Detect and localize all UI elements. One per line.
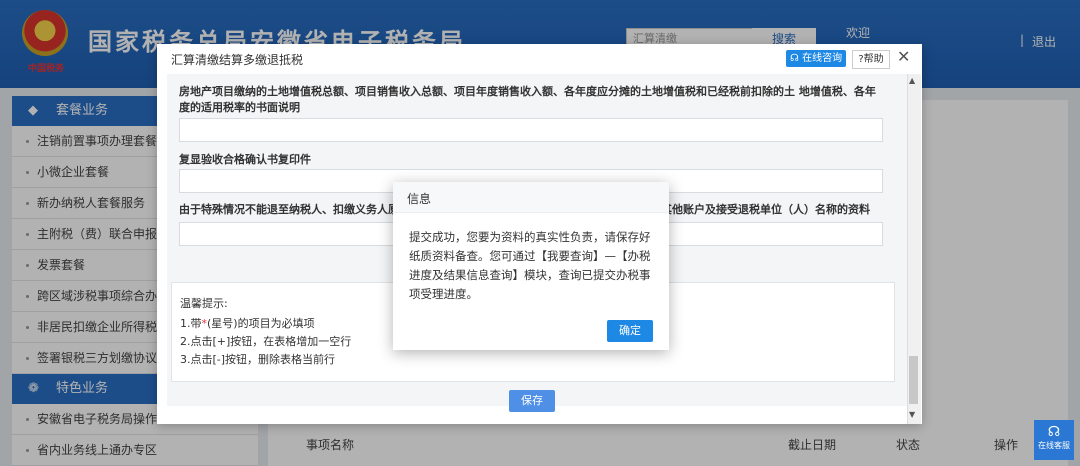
headset-icon: ☊	[790, 53, 799, 64]
upload-field-land-tax[interactable]	[179, 118, 883, 142]
field-label-land-tax: 房地产项目缴纳的土地增值税总额、项目销售收入总额、项目年度销售收入额、各年度应分…	[179, 85, 876, 114]
headset-icon: ☊	[1047, 424, 1061, 440]
confirm-button[interactable]: 确定	[607, 320, 653, 342]
save-button[interactable]: 保存	[509, 390, 555, 412]
online-service-button[interactable]: ☊ 在线客服	[1034, 420, 1074, 460]
scroll-up-icon[interactable]: ▲	[909, 76, 915, 85]
help-button[interactable]: ?帮助	[852, 50, 890, 69]
field-label-special-right: 其他账户及接受退税单位（人）名称的资料	[661, 203, 870, 216]
notice-line-3: 3.点击[-]按钮，删除表格当前行	[180, 353, 336, 366]
notice-line-2: 2.点击[+]按钮，在表格增加一空行	[180, 335, 352, 348]
online-service-label: 在线客服	[1038, 441, 1070, 450]
online-consult-button[interactable]: ☊ 在线咨询	[786, 50, 846, 67]
field-label-special-left: 由于特殊情况不能退至纳税人、扣缴义务人原	[179, 203, 399, 216]
info-dialog: 信息 提交成功，您要为资料的真实性负责，请保存好纸质资料备查。您可通过【我要查询…	[393, 182, 669, 350]
scrollbar-thumb[interactable]	[909, 356, 918, 404]
dialog-header: 信息	[393, 182, 669, 213]
notice-line-1: 1.带*(星号)的项目为必填项	[180, 317, 315, 330]
notice-title: 温馨提示:	[180, 297, 228, 310]
scroll-down-icon[interactable]: ▼	[909, 410, 915, 419]
modal-header: 汇算清缴结算多缴退抵税 ☊ 在线咨询 ?帮助 ✕	[157, 44, 922, 72]
dialog-title: 信息	[407, 192, 432, 206]
field-label-acceptance: 复显验收合格确认书复印件	[179, 153, 311, 166]
online-consult-label: 在线咨询	[802, 53, 843, 64]
dialog-message: 提交成功，您要为资料的真实性负责，请保存好纸质资料备查。您可通过【我要查询】—【…	[409, 230, 651, 301]
modal-title: 汇算清缴结算多缴退抵税	[171, 53, 304, 67]
close-icon[interactable]: ✕	[897, 47, 910, 66]
